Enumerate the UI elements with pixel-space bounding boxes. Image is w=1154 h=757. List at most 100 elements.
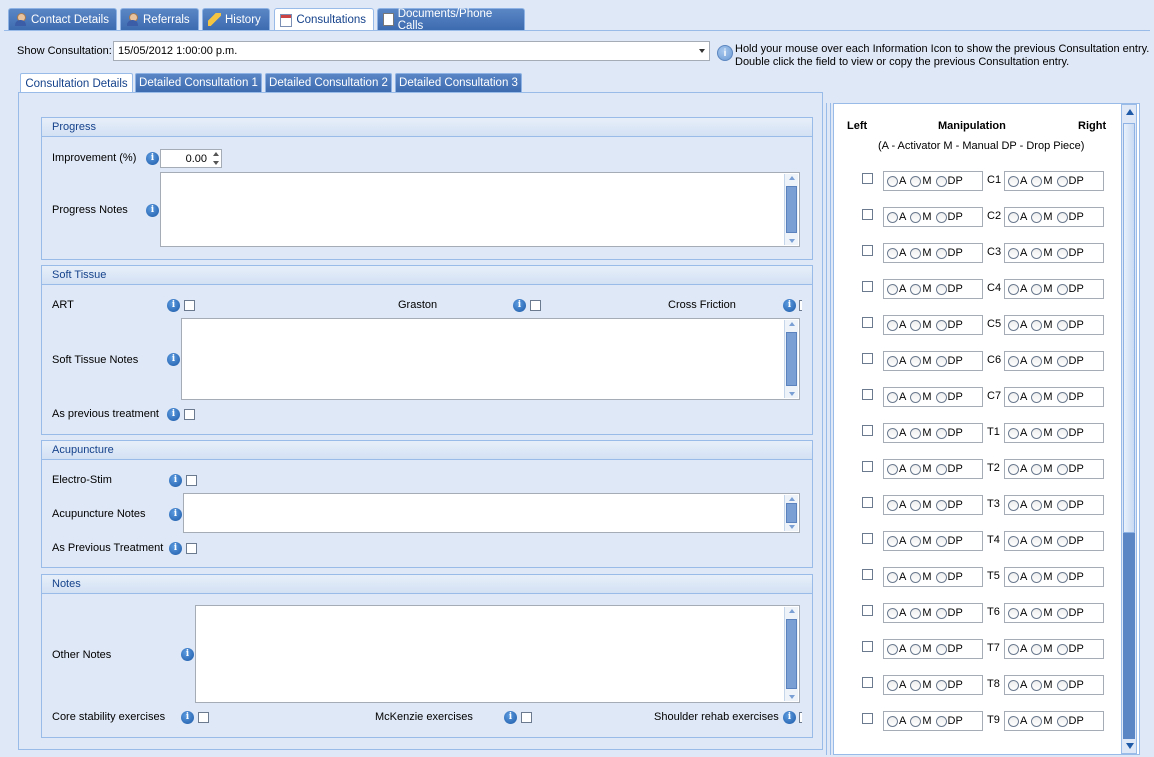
left-radio-a[interactable]: A	[887, 427, 906, 439]
radio-button[interactable]	[887, 715, 898, 727]
left-radio-m[interactable]: M	[910, 391, 932, 403]
radio-button[interactable]	[935, 175, 947, 187]
radio-button[interactable]	[1008, 247, 1019, 259]
right-radio-dp[interactable]: DP	[1056, 571, 1084, 583]
radio-button[interactable]	[1056, 679, 1068, 691]
radio-button[interactable]	[1031, 715, 1043, 727]
radio-button[interactable]	[1031, 391, 1043, 403]
right-radio-dp[interactable]: DP	[1056, 211, 1084, 223]
radio-button[interactable]	[935, 499, 947, 511]
left-radio-m[interactable]: M	[910, 283, 932, 295]
radio-button[interactable]	[887, 211, 898, 223]
radio-button[interactable]	[1056, 211, 1068, 223]
info-icon[interactable]: i	[783, 299, 796, 312]
radio-button[interactable]	[1056, 391, 1068, 403]
radio-button[interactable]	[1008, 283, 1019, 295]
left-checkbox[interactable]	[862, 353, 873, 364]
radio-button[interactable]	[1008, 391, 1019, 403]
radio-button[interactable]	[935, 391, 947, 403]
right-radio-dp[interactable]: DP	[1056, 283, 1084, 295]
left-radio-m[interactable]: M	[910, 355, 932, 367]
left-radio-dp[interactable]: DP	[935, 247, 963, 259]
radio-button[interactable]	[887, 247, 898, 259]
core-stability-checkbox[interactable]	[198, 712, 209, 723]
radio-button[interactable]	[1031, 499, 1043, 511]
radio-button[interactable]	[887, 391, 898, 403]
radio-button[interactable]	[887, 175, 898, 187]
left-checkbox[interactable]	[862, 173, 873, 184]
radio-button[interactable]	[887, 643, 898, 655]
left-radio-m[interactable]: M	[910, 607, 932, 619]
radio-button[interactable]	[935, 571, 947, 583]
radio-button[interactable]	[1056, 463, 1068, 475]
radio-button[interactable]	[1056, 535, 1068, 547]
left-radio-m[interactable]: M	[910, 247, 932, 259]
radio-button[interactable]	[1056, 643, 1068, 655]
left-radio-dp[interactable]: DP	[935, 283, 963, 295]
right-radio-m[interactable]: M	[1031, 463, 1053, 475]
radio-button[interactable]	[910, 535, 922, 547]
right-radio-m[interactable]: M	[1031, 391, 1053, 403]
right-radio-a[interactable]: A	[1008, 607, 1027, 619]
left-radio-dp[interactable]: DP	[935, 535, 963, 547]
radio-button[interactable]	[887, 571, 898, 583]
subtab-detailed-consultation-1[interactable]: Detailed Consultation 1	[135, 73, 262, 92]
right-radio-m[interactable]: M	[1031, 175, 1053, 187]
other-notes-textarea[interactable]	[195, 605, 800, 703]
left-radio-a[interactable]: A	[887, 319, 906, 331]
right-radio-a[interactable]: A	[1008, 571, 1027, 583]
left-radio-a[interactable]: A	[887, 283, 906, 295]
radio-button[interactable]	[1031, 247, 1043, 259]
left-radio-dp[interactable]: DP	[935, 211, 963, 223]
left-checkbox[interactable]	[862, 245, 873, 256]
left-radio-a[interactable]: A	[887, 391, 906, 403]
left-checkbox[interactable]	[862, 533, 873, 544]
left-radio-a[interactable]: A	[887, 643, 906, 655]
right-radio-m[interactable]: M	[1031, 571, 1053, 583]
radio-button[interactable]	[910, 715, 922, 727]
right-radio-a[interactable]: A	[1008, 643, 1027, 655]
radio-button[interactable]	[1031, 355, 1043, 367]
left-radio-a[interactable]: A	[887, 535, 906, 547]
right-radio-dp[interactable]: DP	[1056, 355, 1084, 367]
art-checkbox[interactable]	[184, 300, 195, 311]
right-radio-m[interactable]: M	[1031, 715, 1053, 727]
radio-button[interactable]	[910, 499, 922, 511]
radio-button[interactable]	[1056, 247, 1068, 259]
radio-button[interactable]	[1031, 607, 1043, 619]
left-radio-dp[interactable]: DP	[935, 391, 963, 403]
subtab-detailed-consultation-2[interactable]: Detailed Consultation 2	[265, 73, 392, 92]
radio-button[interactable]	[935, 427, 947, 439]
radio-button[interactable]	[910, 175, 922, 187]
show-consultation-select[interactable]: 15/05/2012 1:00:00 p.m.	[113, 41, 710, 61]
right-radio-dp[interactable]: DP	[1056, 463, 1084, 475]
mckenzie-checkbox[interactable]	[521, 712, 532, 723]
left-radio-m[interactable]: M	[910, 679, 932, 691]
left-checkbox[interactable]	[862, 389, 873, 400]
radio-button[interactable]	[910, 427, 922, 439]
scroll-thumb[interactable]	[1123, 123, 1135, 533]
radio-button[interactable]	[887, 355, 898, 367]
left-radio-a[interactable]: A	[887, 715, 906, 727]
radio-button[interactable]	[935, 283, 947, 295]
right-radio-dp[interactable]: DP	[1056, 319, 1084, 331]
left-radio-a[interactable]: A	[887, 247, 906, 259]
right-radio-m[interactable]: M	[1031, 427, 1053, 439]
radio-button[interactable]	[935, 211, 947, 223]
left-radio-dp[interactable]: DP	[935, 427, 963, 439]
radio-button[interactable]	[935, 607, 947, 619]
radio-button[interactable]	[1056, 355, 1068, 367]
left-radio-m[interactable]: M	[910, 643, 932, 655]
left-radio-m[interactable]: M	[910, 319, 932, 331]
right-radio-a[interactable]: A	[1008, 427, 1027, 439]
scroll-up-icon[interactable]	[1126, 109, 1134, 115]
radio-button[interactable]	[1008, 679, 1019, 691]
radio-button[interactable]	[1008, 715, 1019, 727]
radio-button[interactable]	[1031, 571, 1043, 583]
subtab-consultation-details[interactable]: Consultation Details	[20, 73, 133, 93]
radio-button[interactable]	[1056, 499, 1068, 511]
left-radio-a[interactable]: A	[887, 211, 906, 223]
radio-button[interactable]	[1008, 535, 1019, 547]
tab-history[interactable]: History	[202, 8, 270, 30]
right-radio-a[interactable]: A	[1008, 679, 1027, 691]
